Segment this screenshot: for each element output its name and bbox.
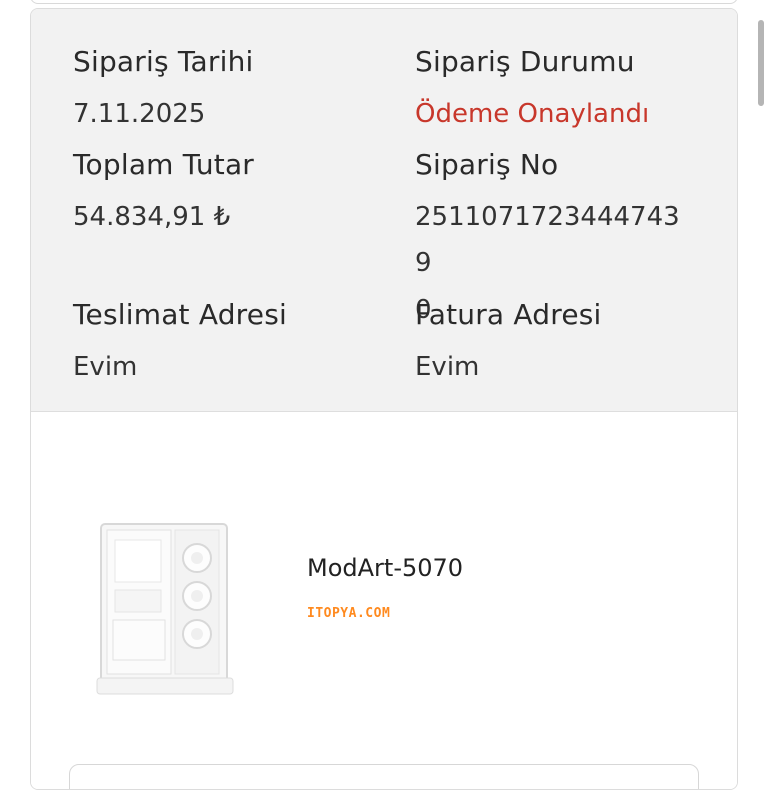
pc-case-icon	[96, 523, 234, 695]
scrollbar[interactable]	[758, 20, 764, 106]
delivery-address-label: Teslimat Adresi	[73, 298, 287, 331]
order-total-label: Toplam Tutar	[73, 148, 255, 181]
invoice-address-value: Evim	[415, 351, 480, 382]
invoice-address-field: Fatura Adresi Evim	[415, 298, 602, 390]
order-number-label: Sipariş No	[415, 148, 559, 181]
order-total-field: Toplam Tutar 54.834,91 ₺	[73, 148, 254, 240]
order-date-value: 7.11.2025	[73, 98, 206, 129]
order-total-value: 54.834,91 ₺	[73, 201, 231, 232]
product-section: ModArt-5070 ITOPYA.COM	[31, 412, 737, 789]
order-date-label: Sipariş Tarihi	[73, 45, 254, 78]
brand-logo: ITOPYA.COM	[307, 606, 391, 621]
order-summary: Sipariş Tarihi 7.11.2025 Sipariş Durumu …	[31, 9, 737, 412]
previous-card-edge	[30, 0, 738, 4]
delivery-address-value: Evim	[73, 351, 138, 382]
order-card: Sipariş Tarihi 7.11.2025 Sipariş Durumu …	[30, 8, 738, 790]
product-name[interactable]: ModArt-5070	[307, 554, 463, 582]
product-image[interactable]	[93, 508, 243, 708]
order-status-field: Sipariş Durumu Ödeme Onaylandı	[415, 45, 649, 137]
delivery-address-field: Teslimat Adresi Evim	[73, 298, 287, 390]
invoice-address-label: Fatura Adresi	[415, 298, 602, 331]
order-status-value: Ödeme Onaylandı	[415, 98, 650, 129]
order-date-field: Sipariş Tarihi 7.11.2025	[73, 45, 254, 137]
order-status-label: Sipariş Durumu	[415, 45, 635, 78]
